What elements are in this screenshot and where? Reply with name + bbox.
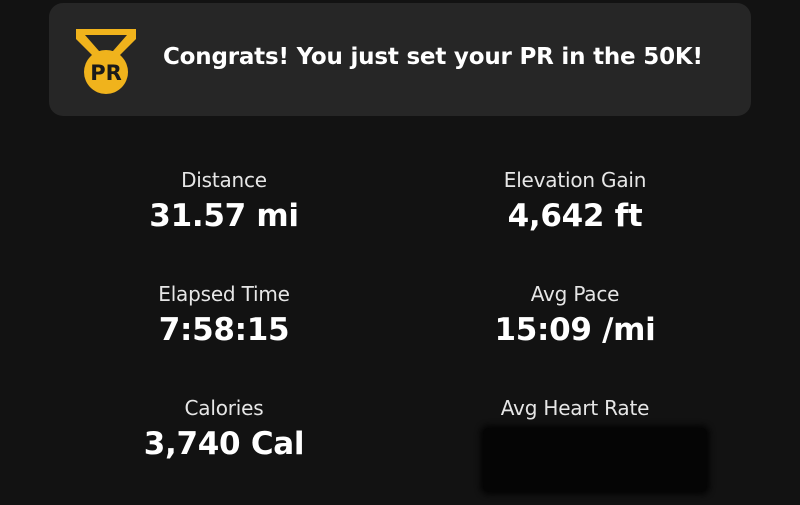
stat-calories: Calories 3,740 Cal: [74, 396, 374, 462]
redacted-heart-rate-value: [483, 428, 707, 492]
stat-label: Avg Pace: [530, 282, 620, 306]
stat-value: 15:09 /mi: [494, 312, 656, 348]
stat-label: Distance: [181, 168, 267, 192]
stat-label: Elapsed Time: [158, 282, 290, 306]
stat-value: 7:58:15: [158, 312, 290, 348]
stat-value: 4,642 ft: [507, 198, 643, 234]
pr-medal-icon: PR: [76, 29, 136, 94]
pr-badge-text: PR: [90, 61, 122, 85]
stat-value: 3,740 Cal: [143, 426, 305, 462]
stat-label: Calories: [184, 396, 264, 420]
activity-stats-screen: PR Congrats! You just set your PR in the…: [0, 0, 800, 505]
stat-label: Avg Heart Rate: [500, 396, 650, 420]
pr-message: Congrats! You just set your PR in the 50…: [163, 44, 703, 70]
stat-distance: Distance 31.57 mi: [74, 168, 374, 234]
stat-avg-pace: Avg Pace 15:09 /mi: [425, 282, 725, 348]
stat-elapsed-time: Elapsed Time 7:58:15: [74, 282, 374, 348]
stat-elevation-gain: Elevation Gain 4,642 ft: [425, 168, 725, 234]
stat-value: 31.57 mi: [149, 198, 299, 234]
stat-label: Elevation Gain: [503, 168, 647, 192]
pr-achievement-banner[interactable]: PR Congrats! You just set your PR in the…: [49, 3, 751, 116]
stat-avg-heart-rate: Avg Heart Rate: [425, 396, 725, 420]
